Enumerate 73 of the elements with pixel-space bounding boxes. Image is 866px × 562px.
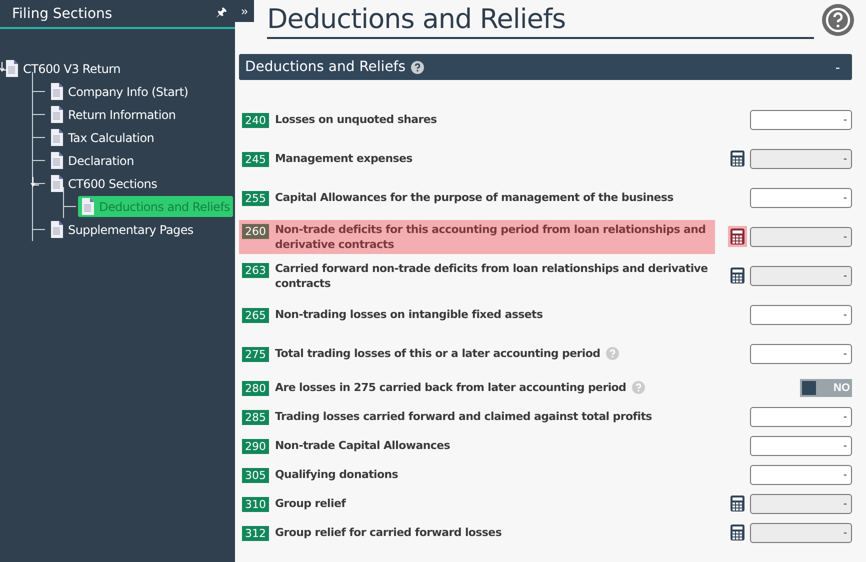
field-label: Non-trade deficits for this accounting period from loan relationships and derivative contracts: [275, 222, 707, 252]
box-number: 275: [242, 347, 269, 362]
box-number: 263: [242, 262, 269, 278]
tree-item[interactable]: CT600 V3 Return: [2, 58, 124, 79]
amount-field: -: [750, 226, 852, 246]
amount-field[interactable]: -: [750, 436, 852, 456]
section-title: Deductions and Reliefs: [245, 59, 406, 75]
field-label: Trading losses carried forward and claimed against total profits: [275, 409, 652, 424]
calculator-button[interactable]: [728, 493, 747, 514]
field-label: Are losses in 275 carried back from later accounting period: [275, 380, 626, 395]
amount-field[interactable]: -: [750, 464, 852, 484]
document-icon: [50, 152, 64, 169]
amount-field: -: [750, 148, 852, 168]
calculator-button[interactable]: [728, 226, 747, 247]
field-label: Capital Allowances for the purpose of management of the business: [275, 190, 674, 205]
box-number: 290: [242, 439, 269, 454]
calculator-icon: [730, 150, 745, 167]
tree-item[interactable]: Company Info (Start): [47, 81, 192, 102]
expander-icon[interactable]: [29, 177, 39, 187]
box-number: 255: [242, 191, 269, 206]
amount-field[interactable]: -: [750, 406, 852, 426]
document-icon: [81, 198, 95, 215]
calculator-icon: [730, 524, 745, 541]
document-icon: [50, 129, 64, 146]
field-label: Losses on unquoted shares: [275, 112, 437, 127]
pin-button[interactable]: 🖈: [216, 3, 227, 24]
document-icon: [50, 221, 64, 238]
tree-item[interactable]: Return Information: [47, 104, 179, 125]
box-number: 260: [242, 224, 269, 238]
box-number: 245: [242, 152, 269, 167]
expander-icon[interactable]: [0, 62, 8, 72]
sidebar-title: Filing Sections: [12, 6, 114, 22]
calculator-icon: [730, 267, 745, 284]
amount-field[interactable]: -: [750, 344, 852, 364]
box-number: 280: [242, 381, 269, 396]
box-number: 240: [242, 113, 269, 128]
calculator-icon: [730, 228, 745, 245]
document-icon: [5, 60, 19, 77]
field-label: Carried forward non-trade deficits from loan relationships and derivative contracts: [275, 260, 709, 290]
box-number: 312: [242, 526, 269, 541]
amount-field: -: [750, 266, 852, 286]
field-label: Non-trade Capital Allowances: [275, 438, 450, 453]
tree-item[interactable]: CT600 Sections: [47, 173, 160, 194]
amount-field: -: [750, 522, 852, 542]
amount-field[interactable]: -: [750, 188, 852, 208]
page-title: Deductions and Reliefs: [267, 4, 814, 39]
calculator-button[interactable]: [728, 522, 747, 543]
box-number: 265: [242, 308, 269, 323]
field-label: Qualifying donations: [275, 467, 398, 482]
help-icon[interactable]: [410, 60, 424, 74]
tree-item[interactable]: Declaration: [47, 150, 137, 171]
amount-field[interactable]: -: [750, 304, 852, 324]
amount-field[interactable]: -: [750, 110, 852, 130]
amount-field: -: [750, 494, 852, 514]
calculator-button[interactable]: [728, 265, 747, 286]
calculator-button[interactable]: [728, 148, 747, 169]
field-label: Management expenses: [275, 151, 412, 166]
field-label: Non-trading losses on intangible fixed assets: [275, 307, 543, 322]
collapse-button[interactable]: »: [235, 0, 254, 22]
document-icon: [50, 83, 64, 100]
collapse-section-button[interactable]: -: [829, 58, 846, 76]
field-label: Group relief for carried forward losses: [275, 525, 502, 540]
tree-item[interactable]: Supplementary Pages: [47, 219, 196, 240]
box-number: 305: [242, 468, 269, 483]
document-icon: [50, 175, 64, 192]
calculator-icon: [730, 495, 745, 512]
help-icon[interactable]: [822, 4, 854, 36]
box-number: 310: [242, 497, 269, 512]
field-label: Total trading losses of this or a later accounting period: [275, 346, 600, 361]
document-icon: [50, 106, 64, 123]
box-number: 285: [242, 410, 269, 425]
field-label: Group relief: [275, 496, 346, 511]
tree-item[interactable]: Tax Calculation: [47, 127, 158, 148]
